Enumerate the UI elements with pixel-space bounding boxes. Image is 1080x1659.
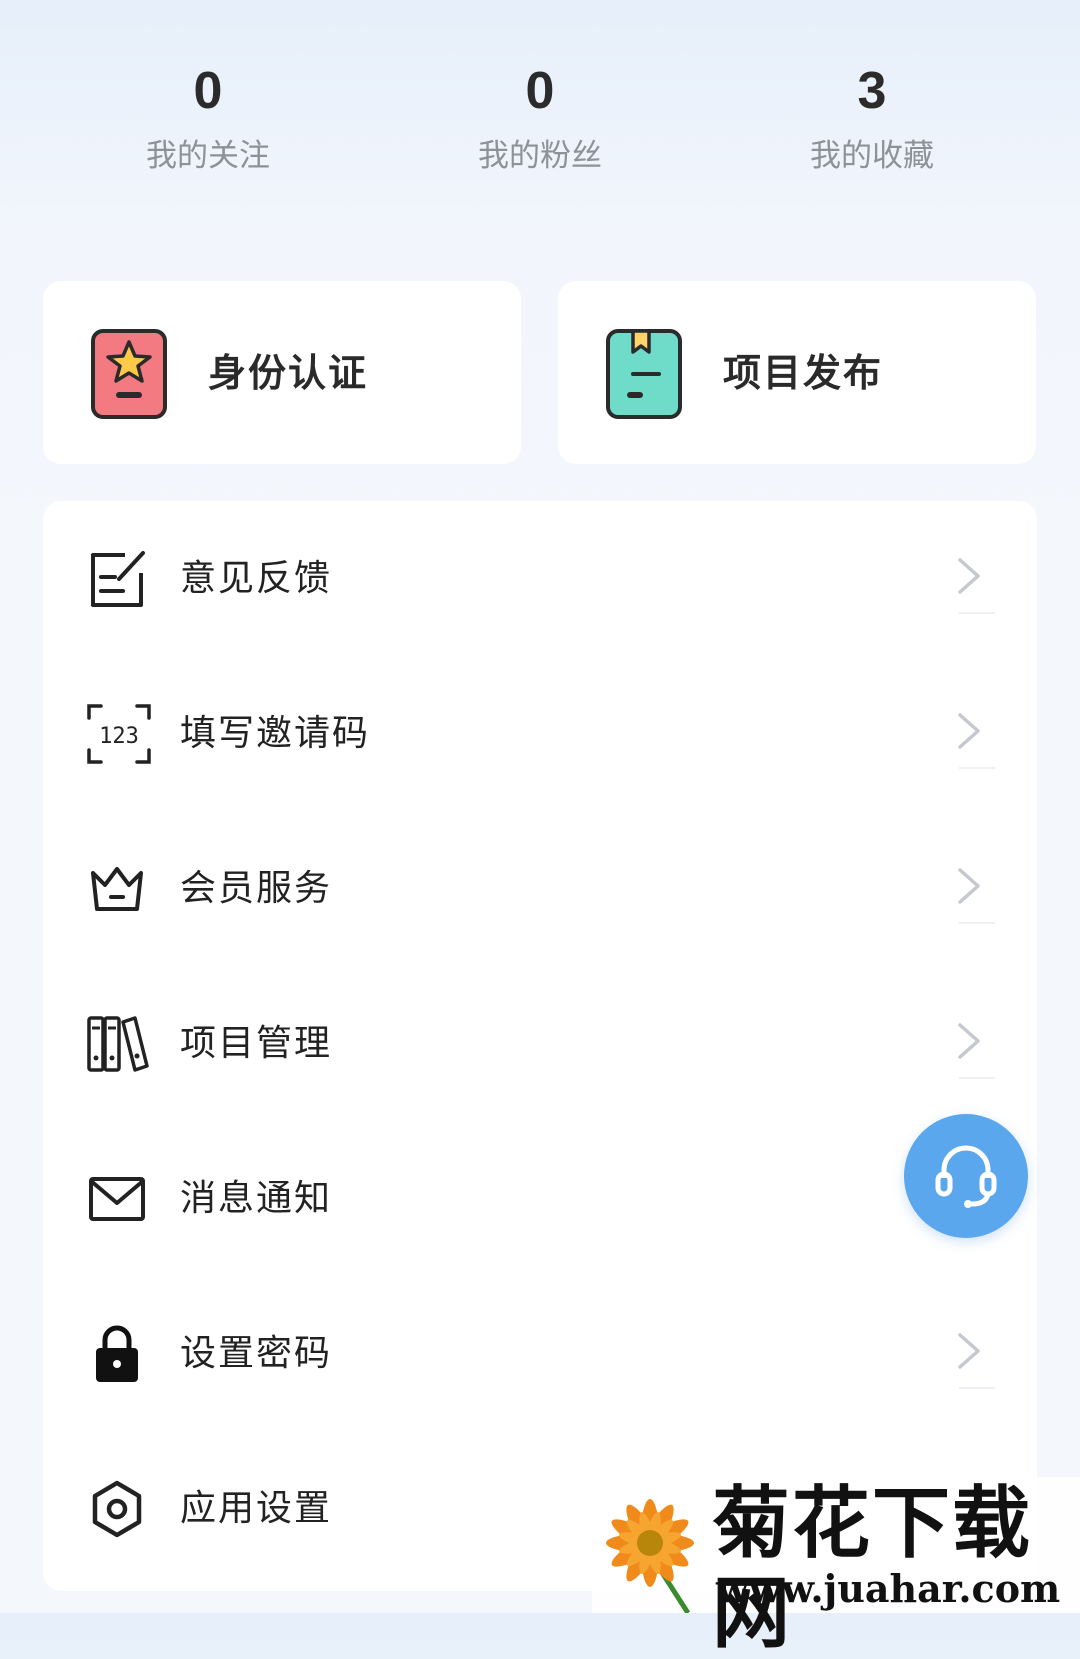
flower-logo-icon — [592, 1487, 712, 1615]
invite-code-icon: 123 — [85, 702, 151, 766]
menu-item-label: 意见反馈 — [180, 558, 333, 599]
stats-bar: 0 我的关注 0 我的粉丝 3 我的收藏 — [0, 55, 1080, 185]
stat-label: 我的关注 — [146, 138, 270, 174]
stat-followers[interactable]: 0 我的粉丝 — [410, 55, 670, 181]
id-badge-star-icon — [90, 328, 168, 420]
crown-icon — [85, 857, 149, 921]
watermark-url: www.juahar.com — [716, 1566, 1061, 1611]
menu-item-label: 设置密码 — [180, 1333, 333, 1374]
identity-verification-label: 身份认证 — [208, 351, 369, 395]
menu-item-label: 会员服务 — [180, 868, 333, 909]
menu-item-set-password[interactable]: 设置密码 — [43, 1276, 1037, 1431]
project-publish-label: 项目发布 — [723, 351, 884, 395]
stat-value: 3 — [857, 62, 887, 120]
stat-value: 0 — [193, 62, 223, 120]
identity-verification-card[interactable]: 身份认证 — [43, 281, 521, 464]
stat-label: 我的收藏 — [810, 138, 934, 174]
divider — [959, 1387, 995, 1389]
chevron-right-icon — [956, 866, 982, 906]
divider — [959, 767, 995, 769]
project-publish-card[interactable]: 项目发布 — [558, 281, 1036, 464]
hex-settings-icon — [85, 1477, 149, 1541]
feedback-edit-icon — [85, 547, 149, 611]
divider — [959, 1077, 995, 1079]
chevron-right-icon — [956, 1331, 982, 1371]
menu-item-label: 项目管理 — [180, 1023, 333, 1064]
menu-item-invite-code[interactable]: 123 填写邀请码 — [43, 656, 1037, 811]
menu-item-label: 应用设置 — [180, 1488, 333, 1529]
lock-icon — [85, 1322, 149, 1386]
headset-icon — [935, 1145, 997, 1208]
divider — [959, 612, 995, 614]
menu-list: 意见反馈 123 填写邀请码 会员服务 项目管理 消息通知 设置密码 应用设置 — [43, 501, 1037, 1591]
envelope-icon — [85, 1167, 149, 1231]
customer-service-button[interactable] — [904, 1114, 1028, 1238]
chevron-right-icon — [956, 711, 982, 751]
stat-label: 我的粉丝 — [478, 138, 602, 174]
menu-item-feedback[interactable]: 意见反馈 — [43, 501, 1037, 656]
bookmark-book-icon — [605, 328, 683, 420]
chevron-right-icon — [956, 1021, 982, 1061]
menu-item-label: 填写邀请码 — [180, 713, 371, 754]
stat-value: 0 — [525, 62, 555, 120]
menu-item-notifications[interactable]: 消息通知 — [43, 1121, 1037, 1276]
binders-icon — [85, 1012, 149, 1076]
menu-item-membership[interactable]: 会员服务 — [43, 811, 1037, 966]
watermark: 菊花下载网 www.juahar.com — [592, 1477, 1080, 1659]
divider — [959, 922, 995, 924]
invite-code-icon-text: 123 — [99, 724, 139, 749]
stat-favorites[interactable]: 3 我的收藏 — [742, 55, 1002, 181]
chevron-right-icon — [956, 556, 982, 596]
menu-item-project-management[interactable]: 项目管理 — [43, 966, 1037, 1121]
menu-item-label: 消息通知 — [180, 1178, 333, 1219]
stat-following[interactable]: 0 我的关注 — [78, 55, 338, 181]
